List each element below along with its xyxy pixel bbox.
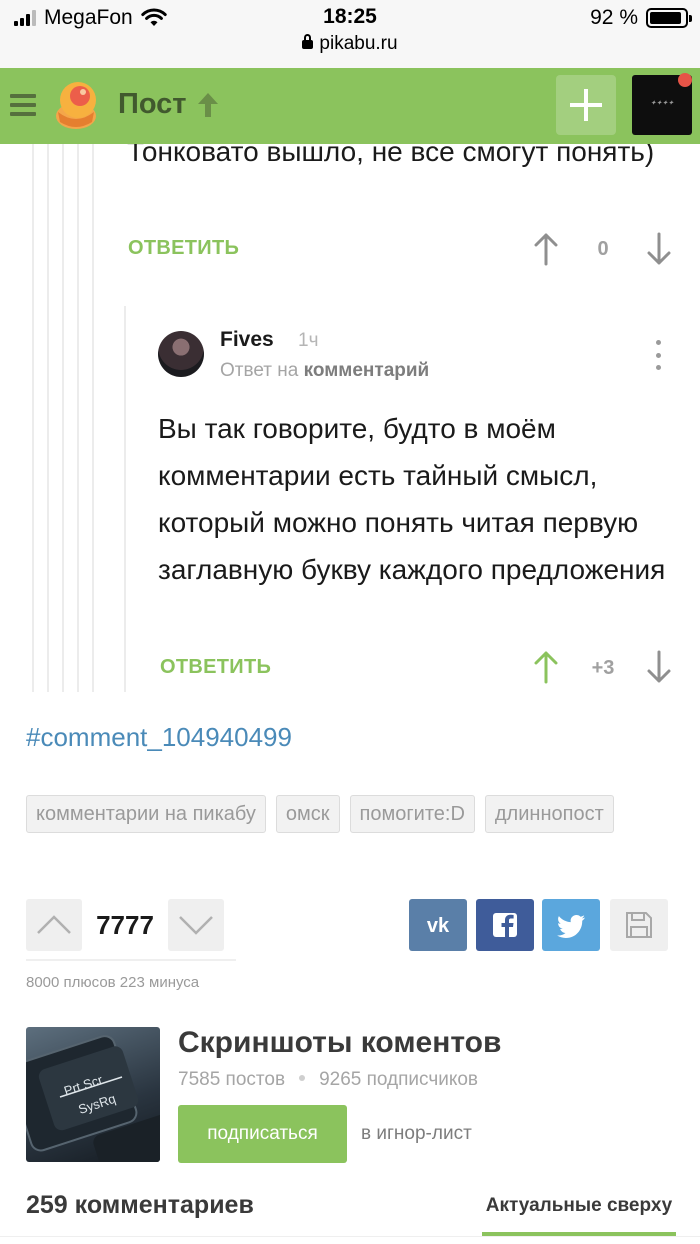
divider — [0, 1236, 700, 1237]
share-facebook-button[interactable] — [476, 899, 534, 951]
post-upvote-button[interactable] — [26, 899, 82, 951]
battery-percent: 92 % — [590, 6, 638, 29]
save-icon — [626, 912, 652, 938]
thread-line-nested — [124, 306, 126, 692]
reply-button[interactable]: ОТВЕТИТЬ — [128, 237, 239, 260]
post-rating-value: 7777 — [96, 910, 154, 940]
lock-icon — [302, 34, 314, 49]
tag[interactable]: комментарии на пикабу — [26, 795, 266, 833]
community-stats: 7585 постов 9265 подписчиков — [178, 1069, 478, 1091]
arrow-up-icon[interactable] — [196, 90, 220, 120]
comment-time[interactable]: 1ч — [298, 330, 318, 352]
battery-icon — [646, 8, 692, 28]
reply-to-link[interactable]: комментарий — [304, 360, 430, 381]
share-twitter-button[interactable] — [542, 899, 600, 951]
page-title: Пост — [118, 88, 187, 120]
thread-lines — [0, 144, 120, 692]
comment-rating: +3 — [591, 657, 615, 679]
community-subscribers: 9265 подписчиков — [319, 1069, 479, 1090]
ignore-list-button[interactable]: в игнор-лист — [361, 1123, 472, 1145]
divider — [26, 959, 236, 961]
chevron-down-icon — [179, 916, 213, 935]
comment-parent: Тонковато вышло, не все смогут понять) — [0, 144, 700, 224]
comment-text: Вы так говорите, будто в моём комментари… — [158, 413, 666, 585]
comment-author[interactable]: Fives — [220, 328, 274, 352]
separator-dot — [299, 1075, 306, 1082]
vote-up-icon[interactable] — [533, 650, 559, 684]
add-post-button[interactable] — [556, 75, 616, 135]
avatar-logo-mark: ✦✦✦✦ — [650, 99, 674, 107]
menu-icon[interactable] — [10, 94, 36, 116]
twitter-icon — [557, 915, 585, 938]
reply-to-prefix: Ответ на — [220, 360, 299, 381]
site-header: Пост ✦✦✦✦ — [0, 68, 700, 144]
sort-tab-actual[interactable]: Актуальные сверху — [482, 1195, 676, 1217]
battery-indicator: 92 % — [590, 6, 692, 30]
more-options-icon[interactable] — [652, 340, 664, 370]
url-text: pikabu.ru — [319, 33, 398, 54]
vote-down-icon[interactable] — [646, 232, 672, 266]
vote-up-icon[interactable] — [533, 232, 559, 266]
commenter-avatar[interactable] — [158, 331, 204, 377]
keyboard-key-image: Prt Scr SysRq — [26, 1035, 160, 1162]
vote-down-icon[interactable] — [646, 650, 672, 684]
community-name[interactable]: Скриншоты коментов — [178, 1026, 501, 1060]
post-downvote-button[interactable] — [168, 899, 224, 951]
status-bar: MegaFon 18:25 pikabu.ru 92 % — [0, 0, 700, 68]
notification-badge — [678, 73, 692, 87]
tag-list: комментарии на пикабу омск помогите:D дл… — [26, 795, 686, 833]
reply-to-info: Ответ на комментарий — [220, 360, 429, 382]
post-rating: 7777 — [26, 899, 226, 951]
post-rating-stats: 8000 плюсов 223 минуса — [26, 974, 200, 991]
share-vk-button[interactable]: vk — [409, 899, 467, 951]
subscribe-button[interactable]: подписаться — [178, 1105, 347, 1163]
vk-icon: vk — [427, 915, 450, 937]
tag[interactable]: помогите:D — [349, 795, 475, 833]
comments-count: 259 комментариев — [26, 1191, 254, 1219]
community-posts: 7585 постов — [178, 1069, 286, 1090]
save-post-button[interactable] — [610, 899, 668, 951]
comment-rating: 0 — [597, 238, 609, 260]
address-bar[interactable]: pikabu.ru — [0, 33, 700, 55]
tag[interactable]: омск — [275, 795, 340, 833]
tag[interactable]: длиннопост — [484, 795, 614, 833]
svg-text:vk: vk — [427, 915, 450, 937]
reply-button[interactable]: ОТВЕТИТЬ — [160, 656, 271, 679]
comment-text: Тонковато вышло, не все смогут понять) — [127, 144, 655, 167]
community-image[interactable]: Prt Scr SysRq — [26, 1027, 160, 1162]
pikabu-logo[interactable] — [48, 78, 104, 134]
comment-permalink[interactable]: #comment_104940499 — [26, 722, 292, 753]
facebook-icon — [493, 913, 517, 937]
chevron-up-icon — [37, 915, 71, 934]
